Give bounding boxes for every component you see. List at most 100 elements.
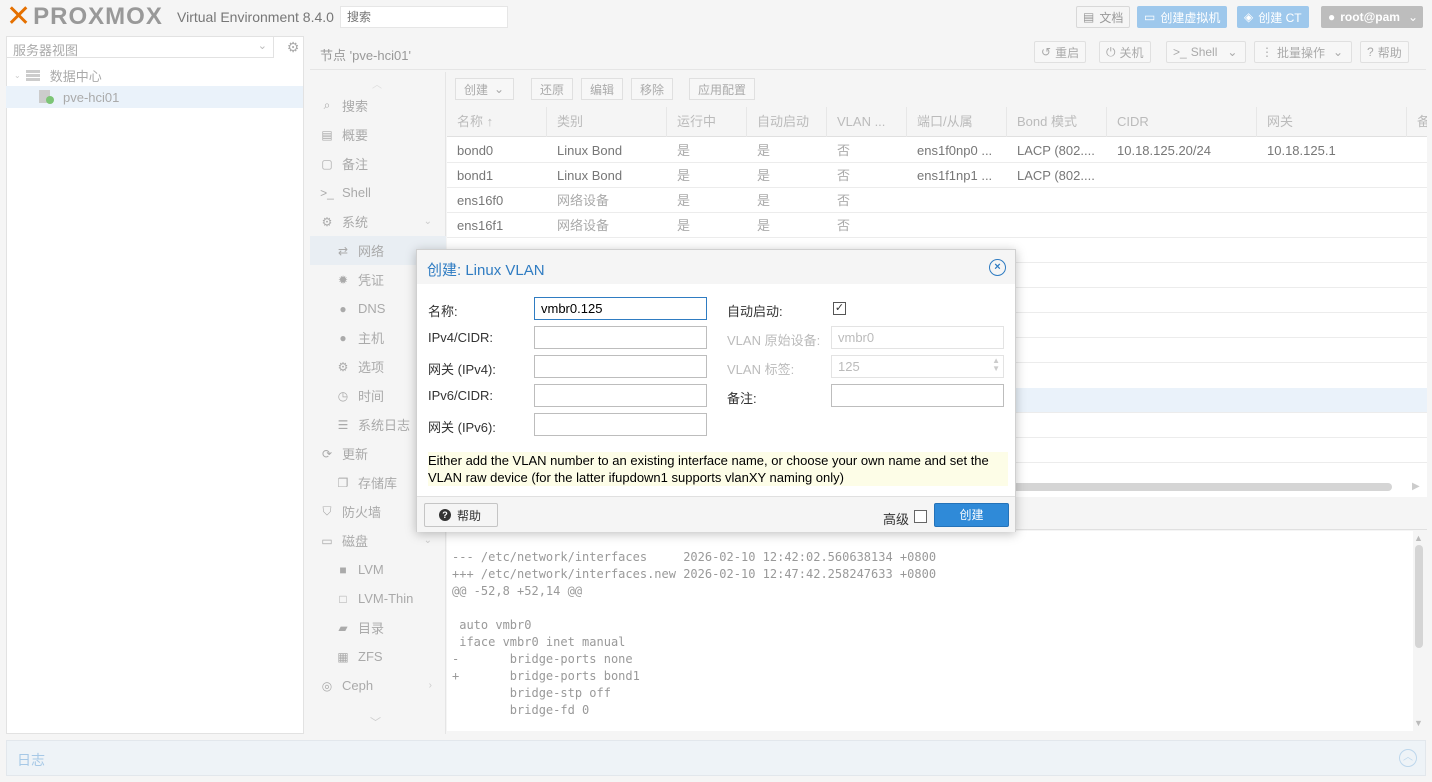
gear-icon[interactable]: ⚙ bbox=[282, 36, 304, 58]
global-search-input[interactable] bbox=[340, 6, 508, 28]
nav-item-lvm-thin[interactable]: □ LVM-Thin bbox=[310, 584, 446, 613]
square-outline-icon: □ bbox=[339, 591, 347, 606]
chevron-up-icon[interactable]: ︿ bbox=[372, 76, 382, 91]
user-menu-button[interactable]: ● root@pam ⌄ bbox=[1321, 6, 1423, 28]
grid-header: 名称 ↑ 类别 运行中 自动启动 VLAN ... 端口/从属 Bond 模式 … bbox=[447, 107, 1427, 137]
autostart-checkbox[interactable]: ✓ bbox=[833, 302, 846, 315]
sticky-note-icon: ▢ bbox=[321, 156, 333, 171]
top-header: ✕ PROXMOX Virtual Environment 8.4.0 ▤文档 … bbox=[0, 0, 1432, 34]
edit-button[interactable]: 编辑 bbox=[581, 78, 624, 100]
chevron-down-icon: ⌄ bbox=[494, 82, 505, 96]
chevron-down-icon: ⌄ bbox=[14, 70, 21, 80]
apply-config-button[interactable]: 应用配置 bbox=[689, 78, 756, 100]
search-icon: ⌕ bbox=[323, 98, 331, 112]
log-panel[interactable]: 日志 ︿ bbox=[6, 740, 1426, 776]
folder-icon: ▰ bbox=[338, 620, 348, 635]
column-header-type[interactable]: 类别 bbox=[547, 107, 667, 137]
ipv4-cidr-input[interactable] bbox=[534, 326, 707, 349]
column-header-comment[interactable]: 备 bbox=[1407, 107, 1427, 137]
resource-tree-panel bbox=[6, 36, 304, 734]
column-header-gateway[interactable]: 网关 bbox=[1257, 107, 1407, 137]
node-online-icon bbox=[39, 90, 54, 104]
ipv6-cidr-label: IPv6/CIDR: bbox=[428, 388, 494, 403]
table-row[interactable]: bond1 Linux Bond 是 是 否 ens1f1np1 ... LAC… bbox=[447, 163, 1427, 188]
nav-item-directory[interactable]: ▰ 目录 bbox=[310, 613, 446, 642]
diff-line: auto vmbr0 bbox=[452, 618, 532, 632]
column-header-active[interactable]: 运行中 bbox=[667, 107, 747, 137]
tree-item-node[interactable]: pve-hci01 bbox=[6, 86, 303, 108]
vertical-scrollbar[interactable] bbox=[1415, 545, 1423, 648]
column-header-bond-mode[interactable]: Bond 模式 bbox=[1007, 107, 1107, 137]
comment-label: 备注: bbox=[727, 391, 757, 406]
close-icon[interactable]: × bbox=[989, 259, 1006, 276]
nav-item-notes[interactable]: ▢ 备注 bbox=[310, 149, 446, 178]
column-header-name[interactable]: 名称 ↑ bbox=[447, 107, 547, 137]
square-icon: ■ bbox=[339, 562, 347, 577]
log-title: 日志 bbox=[17, 752, 45, 768]
create-ct-button[interactable]: ◈ 创建 CT bbox=[1237, 6, 1309, 28]
table-row[interactable]: ens16f0 网络设备 是 是 否 bbox=[447, 188, 1427, 213]
advanced-checkbox[interactable] bbox=[914, 510, 927, 523]
shell-button[interactable]: >_ Shell ⌄ bbox=[1166, 41, 1246, 63]
name-label: 名称: bbox=[428, 304, 458, 319]
nav-item-shell[interactable]: >_ Shell bbox=[310, 178, 446, 207]
scroll-up-arrow[interactable]: ▲ bbox=[1414, 533, 1423, 543]
column-header-vlan[interactable]: VLAN ... bbox=[827, 107, 907, 137]
diff-line: bridge-stp off bbox=[452, 686, 611, 700]
name-input[interactable] bbox=[534, 297, 707, 320]
column-header-ports[interactable]: 端口/从属 bbox=[907, 107, 1007, 137]
chevron-down-icon[interactable]: ﹀ bbox=[370, 714, 381, 730]
power-icon: ⏻ bbox=[1106, 44, 1116, 59]
ipv6-cidr-input[interactable] bbox=[534, 384, 707, 407]
vlan-tag-input[interactable] bbox=[831, 355, 1004, 378]
spinner-icon[interactable]: ▲ ▼ bbox=[992, 357, 1000, 373]
chevron-down-icon: ⌄ bbox=[1227, 45, 1238, 59]
vlan-tag-label: VLAN 标签: bbox=[727, 362, 795, 377]
shield-icon: ⛉ bbox=[322, 504, 332, 518]
create-button[interactable]: 创建 bbox=[934, 503, 1009, 527]
brand-name: PROXMOX bbox=[33, 3, 163, 30]
shutdown-button[interactable]: ⏻ 关机 bbox=[1099, 41, 1151, 63]
globe-icon: ● bbox=[339, 301, 347, 316]
column-header-cidr[interactable]: CIDR bbox=[1107, 107, 1257, 137]
comment-input[interactable] bbox=[831, 384, 1004, 407]
nav-item-system[interactable]: ⚙ 系统 ⌄ bbox=[310, 207, 446, 236]
bulk-actions-button[interactable]: ⋮ 批量操作 ⌄ bbox=[1254, 41, 1352, 63]
pending-changes-diff: --- /etc/network/interfaces 2026-02-10 1… bbox=[447, 531, 1413, 731]
nav-item-lvm[interactable]: ■ LVM bbox=[310, 555, 446, 584]
chevron-right-icon[interactable]: ▶ bbox=[1412, 481, 1420, 492]
nav-item-search[interactable]: ⌕ 搜索 bbox=[310, 91, 446, 120]
create-vm-button[interactable]: ▭ 创建虚拟机 bbox=[1137, 6, 1228, 28]
chevron-right-icon: › bbox=[428, 680, 432, 691]
help-button[interactable]: ? 帮助 bbox=[1360, 41, 1409, 63]
diff-line: bridge-fd 0 bbox=[452, 703, 590, 717]
desktop-icon: ▭ bbox=[1144, 10, 1156, 24]
table-row[interactable]: ens16f1 网络设备 是 是 否 bbox=[447, 213, 1427, 238]
dialog-footer: ? 帮助 高级 创建 bbox=[417, 496, 1015, 532]
tree-item-datacenter[interactable]: ⌄ 数据中心 bbox=[6, 64, 303, 86]
dialog-titlebar: 创建: Linux VLAN × bbox=[417, 250, 1015, 284]
column-header-autostart[interactable]: 自动启动 bbox=[747, 107, 827, 137]
vlan-raw-device-input[interactable] bbox=[831, 326, 1004, 349]
gateway-ipv4-input[interactable] bbox=[534, 355, 707, 378]
view-selector[interactable]: 服务器视图 ⌄ bbox=[6, 36, 274, 58]
diff-line: iface vmbr0 inet manual bbox=[452, 635, 626, 649]
dialog-help-button[interactable]: ? 帮助 bbox=[424, 503, 498, 527]
vlan-tag-field[interactable]: ▲▼ bbox=[831, 355, 1004, 378]
table-row[interactable]: bond0 Linux Bond 是 是 否 ens1f0np0 ... LAC… bbox=[447, 138, 1427, 163]
gateway-ipv6-input[interactable] bbox=[534, 413, 707, 436]
nav-item-ceph[interactable]: ◎ Ceph › bbox=[310, 671, 446, 700]
revert-button[interactable]: 还原 bbox=[531, 78, 574, 100]
create-network-button[interactable]: 创建 ⌄ bbox=[455, 78, 514, 100]
gateway-ipv4-label: 网关 (IPv4): bbox=[428, 362, 496, 377]
docs-button[interactable]: ▤ 文档 bbox=[1076, 6, 1131, 28]
scroll-down-arrow[interactable]: ▼ bbox=[1414, 718, 1423, 728]
nav-item-summary[interactable]: ▤ 概要 bbox=[310, 120, 446, 149]
chevron-up-circle-icon[interactable]: ︿ bbox=[1399, 749, 1417, 767]
list-icon: ☰ bbox=[337, 417, 349, 432]
nav-item-zfs[interactable]: ▦ ZFS bbox=[310, 642, 446, 671]
proxmox-x-icon: ✕ bbox=[6, 0, 32, 34]
remove-button[interactable]: 移除 bbox=[631, 78, 674, 100]
reboot-button[interactable]: ↺ 重启 bbox=[1034, 41, 1087, 63]
th-large-icon: ▦ bbox=[337, 649, 349, 664]
